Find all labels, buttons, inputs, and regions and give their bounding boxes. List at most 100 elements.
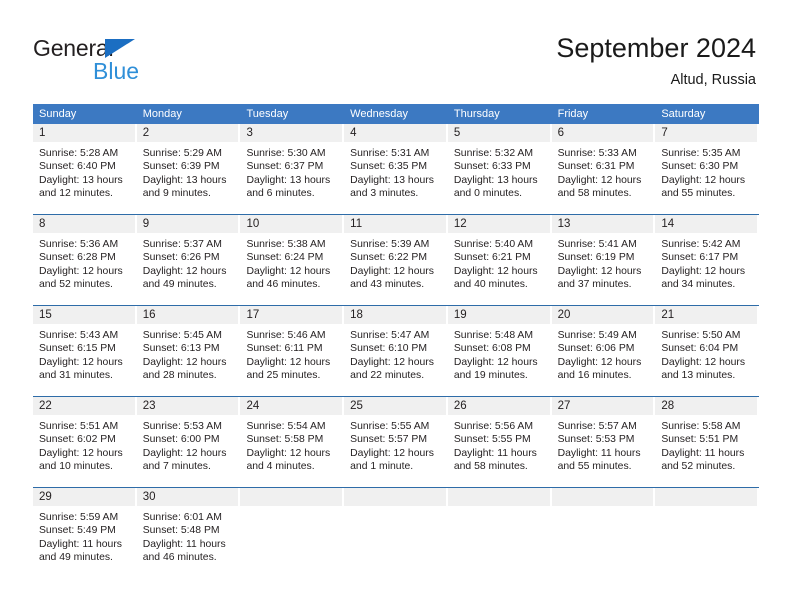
sunset-time: Sunset: 6:33 PM [453,161,531,173]
day-number [447,488,550,506]
day-cell-empty [344,488,448,578]
day-cell-23[interactable]: 23 Sunrise: 5:53 AM Sunset: 6:00 PM Dayligh… [136,397,241,487]
calendar-weeks: 1 Sunrise: 5:28 AM Sunset: 6:40 PM Daylight… [33,124,760,578]
day-cell-1[interactable]: 1 Sunrise: 5:28 AM Sunset: 6:40 PM Daylight… [33,124,137,214]
day-cell-12[interactable]: 12 Sunrise: 5:40 AM Sunset: 6:21 PM Dayligh… [447,215,552,305]
weekday-header-wednesday: Wednesday [350,108,409,120]
daylight-duration-line2: and 31 minutes. [39,370,113,382]
sunset-time: Sunset: 6:40 PM [39,161,116,173]
calendar-week-row: 8 Sunrise: 5:36 AM Sunset: 6:28 PM Daylight… [33,214,760,305]
day-cell-empty [551,488,656,578]
daylight-duration-line2: and 9 minutes. [142,188,211,200]
day-cell-28[interactable]: 28 Sunrise: 5:58 AM Sunset: 5:51 PM Dayligh… [655,397,760,487]
day-cell-13[interactable]: 13 Sunrise: 5:41 AM Sunset: 6:19 PM Dayligh… [551,215,656,305]
day-cell-4[interactable]: 4 Sunrise: 5:31 AM Sunset: 6:35 PM Daylight… [344,124,448,214]
daylight-duration-line2: and 0 minutes. [453,188,523,200]
week-cells: 1 Sunrise: 5:28 AM Sunset: 6:40 PM Daylight… [33,124,760,214]
sunset-time: Sunset: 6:35 PM [350,161,427,173]
weekday-header-monday: Monday [142,108,182,120]
day-cell-9[interactable]: 9 Sunrise: 5:37 AM Sunset: 6:26 PM Daylight… [136,215,241,305]
calendar-week-row: 29 Sunrise: 5:59 AM Sunset: 5:49 PM Dayligh… [33,487,760,578]
day-cell-2[interactable]: 2 Sunrise: 5:29 AM Sunset: 6:39 PM Daylight… [136,124,241,214]
day-cell-24[interactable]: 24 Sunrise: 5:54 AM Sunset: 5:58 PM Dayligh… [240,397,345,487]
day-cell-26[interactable]: 26 Sunrise: 5:56 AM Sunset: 5:55 PM Dayligh… [447,397,552,487]
day-cell-6[interactable]: 6 Sunrise: 5:33 AM Sunset: 6:31 PM Daylight… [551,124,656,214]
day-number: 25 [344,397,446,415]
day-number: 27 [551,397,654,415]
sunset-time: Sunset: 5:48 PM [142,525,220,537]
sunrise-time: Sunrise: 5:30 AM [246,148,326,159]
day-cell-14[interactable]: 14 Sunrise: 5:42 AM Sunset: 6:17 PM Dayligh… [655,215,760,305]
sunrise-time: Sunrise: 5:57 AM [557,421,637,432]
day-cell-17[interactable]: 17 Sunrise: 5:46 AM Sunset: 6:11 PM Dayligh… [240,306,345,396]
sunset-time: Sunset: 6:15 PM [39,343,116,355]
daylight-duration-line2: and 46 minutes. [142,552,217,564]
sunrise-time: Sunrise: 5:54 AM [246,421,326,432]
week-cells: 15 Sunrise: 5:43 AM Sunset: 6:15 PM Dayligh… [33,306,760,396]
day-cell-20[interactable]: 20 Sunrise: 5:49 AM Sunset: 6:06 PM Dayligh… [551,306,656,396]
day-cell-11[interactable]: 11 Sunrise: 5:39 AM Sunset: 6:22 PM Dayligh… [344,215,448,305]
day-number: 1 [33,124,135,142]
day-details: Sunrise: 5:45 AM Sunset: 6:13 PM Daylight:… [137,324,241,383]
daylight-duration-line2: and 37 minutes. [557,279,632,291]
day-cell-5[interactable]: 5 Sunrise: 5:32 AM Sunset: 6:33 PM Daylight… [447,124,552,214]
daylight-duration-line1: Daylight: 12 hours [557,174,642,186]
sunrise-time: Sunrise: 5:46 AM [246,330,326,341]
daylight-duration-line2: and 3 minutes. [350,188,419,200]
daylight-duration-line1: Daylight: 13 hours [453,174,538,186]
sunrise-time: Sunrise: 5:58 AM [661,421,741,432]
sunset-time: Sunset: 6:04 PM [661,343,739,355]
day-cell-3[interactable]: 3 Sunrise: 5:30 AM Sunset: 6:37 PM Daylight… [240,124,345,214]
day-cell-empty [655,488,760,578]
day-cell-7[interactable]: 7 Sunrise: 5:35 AM Sunset: 6:30 PM Daylight… [655,124,760,214]
day-cell-27[interactable]: 27 Sunrise: 5:57 AM Sunset: 5:53 PM Dayligh… [551,397,656,487]
daylight-duration-line2: and 13 minutes. [661,370,736,382]
day-cell-19[interactable]: 19 Sunrise: 5:48 AM Sunset: 6:08 PM Dayligh… [447,306,552,396]
daylight-duration-line1: Daylight: 12 hours [142,447,227,459]
sunset-time: Sunset: 6:08 PM [453,343,531,355]
day-cell-15[interactable]: 15 Sunrise: 5:43 AM Sunset: 6:15 PM Dayligh… [33,306,137,396]
weekday-header-friday: Friday [557,108,589,120]
day-number: 9 [136,215,239,233]
day-cell-30[interactable]: 30 Sunrise: 6:01 AM Sunset: 5:48 PM Dayligh… [136,488,241,578]
daylight-duration-line1: Daylight: 12 hours [661,265,746,277]
general-blue-logo[interactable]: General Blue [33,36,263,88]
day-number: 15 [33,306,135,324]
daylight-duration-line2: and 6 minutes. [246,188,315,200]
day-cell-16[interactable]: 16 Sunrise: 5:45 AM Sunset: 6:13 PM Dayligh… [136,306,241,396]
sunset-time: Sunset: 6:13 PM [142,343,220,355]
daylight-duration-line2: and 55 minutes. [661,188,736,200]
calendar-week-row: 15 Sunrise: 5:43 AM Sunset: 6:15 PM Dayligh… [33,305,760,396]
day-cell-18[interactable]: 18 Sunrise: 5:47 AM Sunset: 6:10 PM Dayligh… [344,306,448,396]
day-cell-8[interactable]: 8 Sunrise: 5:36 AM Sunset: 6:28 PM Daylight… [33,215,137,305]
sunrise-time: Sunrise: 5:32 AM [453,148,534,159]
sunset-time: Sunset: 6:21 PM [453,252,531,264]
day-details: Sunrise: 5:37 AM Sunset: 6:26 PM Daylight:… [137,233,241,292]
day-cell-29[interactable]: 29 Sunrise: 5:59 AM Sunset: 5:49 PM Dayligh… [33,488,137,578]
day-cell-25[interactable]: 25 Sunrise: 5:55 AM Sunset: 5:57 PM Dayligh… [344,397,448,487]
day-number: 5 [447,124,550,142]
sunset-time: Sunset: 6:06 PM [557,343,635,355]
day-number [240,488,343,506]
day-number: 14 [655,215,758,233]
day-number: 11 [344,215,446,233]
day-cell-10[interactable]: 10 Sunrise: 5:38 AM Sunset: 6:24 PM Dayligh… [240,215,345,305]
day-cell-21[interactable]: 21 Sunrise: 5:50 AM Sunset: 6:04 PM Dayligh… [655,306,760,396]
day-details: Sunrise: 5:30 AM Sunset: 6:37 PM Daylight:… [240,142,344,201]
sunrise-time: Sunrise: 5:53 AM [142,421,222,432]
daylight-duration-line1: Daylight: 12 hours [246,356,331,368]
day-cell-22[interactable]: 22 Sunrise: 5:51 AM Sunset: 6:02 PM Dayligh… [33,397,137,487]
daylight-duration-line2: and 22 minutes. [350,370,425,382]
day-number: 21 [655,306,758,324]
sunrise-time: Sunrise: 6:01 AM [142,512,222,523]
week-cells: 22 Sunrise: 5:51 AM Sunset: 6:02 PM Dayligh… [33,397,760,487]
day-number: 3 [240,124,343,142]
day-cell-empty [240,488,345,578]
daylight-duration-line2: and 55 minutes. [557,461,632,473]
daylight-duration-line1: Daylight: 12 hours [661,174,746,186]
sunrise-time: Sunrise: 5:28 AM [39,148,119,159]
sunset-time: Sunset: 5:49 PM [39,525,116,537]
daylight-duration-line2: and 28 minutes. [142,370,217,382]
week-cells: 8 Sunrise: 5:36 AM Sunset: 6:28 PM Daylight… [33,215,760,305]
logo-word-general: General [33,35,114,61]
